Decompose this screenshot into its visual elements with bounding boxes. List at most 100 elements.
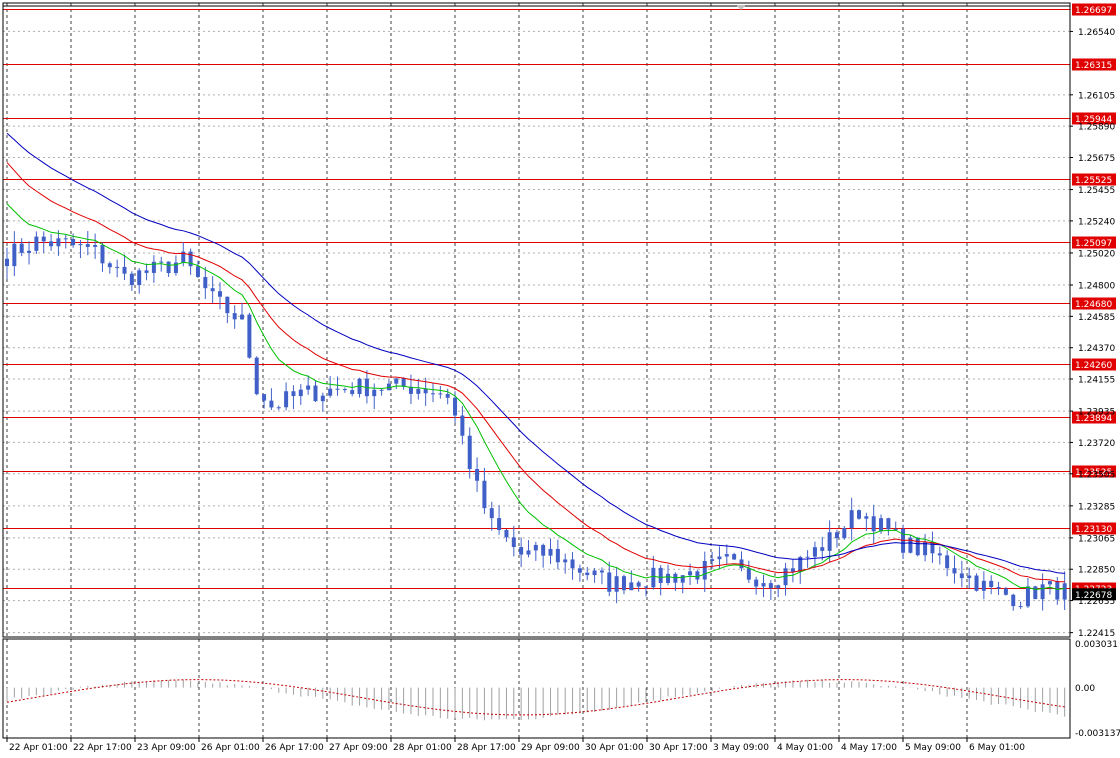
- candle-body: [107, 263, 112, 268]
- level-label: 1.26315: [1075, 61, 1112, 71]
- candle-body: [122, 266, 127, 274]
- candle-body: [453, 397, 458, 416]
- candle-body: [225, 296, 230, 314]
- level-label: 1.25525: [1075, 176, 1112, 186]
- candle-body: [372, 389, 377, 397]
- candle-body: [710, 559, 715, 561]
- candle-body: [63, 238, 68, 240]
- price-tick-label: 1.25455: [1078, 186, 1115, 196]
- candle-body: [85, 244, 90, 247]
- candle-body: [864, 516, 869, 519]
- candle-body: [981, 580, 986, 591]
- price-tick-label: 1.23505: [1078, 470, 1115, 480]
- candle-body: [614, 576, 619, 592]
- candle-body: [93, 245, 98, 247]
- candle-body: [320, 395, 325, 402]
- candle-body: [636, 582, 641, 587]
- candle-body: [137, 270, 142, 286]
- candle-body: [291, 391, 296, 397]
- candle-body: [563, 559, 568, 563]
- level-label: 1.24680: [1075, 300, 1112, 310]
- candle-body: [504, 530, 509, 538]
- candle-body: [115, 266, 120, 268]
- candle-body: [497, 518, 502, 531]
- time-label: 5 May 09:00: [905, 743, 961, 753]
- candle-body: [820, 547, 825, 551]
- candle-body: [1033, 586, 1038, 600]
- candle-body: [974, 575, 979, 591]
- candle-body: [1055, 581, 1060, 600]
- current-price-label: 1.22678: [1075, 591, 1112, 601]
- candle-body: [548, 548, 553, 556]
- candle-body: [834, 532, 839, 539]
- candle-body: [680, 575, 685, 583]
- price-tick-label: 1.24800: [1078, 282, 1115, 292]
- candle-body: [827, 532, 832, 551]
- candle-body: [996, 586, 1001, 589]
- time-label: 27 Apr 09:00: [329, 743, 388, 753]
- price-tick-label: 1.25240: [1078, 217, 1115, 227]
- candle-body: [871, 516, 876, 532]
- candle-body: [1040, 584, 1045, 600]
- candle-body: [247, 314, 252, 358]
- candle-body: [1003, 588, 1008, 595]
- candle-body: [431, 393, 435, 395]
- candle-body: [937, 553, 942, 556]
- level-label: 1.26697: [1075, 6, 1112, 16]
- candle-body: [71, 239, 76, 246]
- price-tick-label: 1.25890: [1078, 123, 1115, 133]
- level-label: 1.25097: [1075, 239, 1112, 249]
- price-tick-label: 1.24155: [1078, 376, 1115, 386]
- candle-body: [959, 573, 964, 579]
- price-tick-label: 1.22415: [1078, 629, 1115, 639]
- candle-body: [629, 582, 634, 591]
- candle-body: [203, 276, 208, 289]
- candle-body: [210, 288, 215, 292]
- candle-body: [438, 393, 443, 395]
- price-tick-label: 1.24585: [1078, 313, 1115, 323]
- candle-body: [445, 394, 450, 398]
- time-label: 23 Apr 09:00: [137, 743, 196, 753]
- candle-body: [849, 510, 854, 529]
- oscillator-tick-label: -0.003137: [1075, 729, 1120, 739]
- candle-body: [666, 573, 671, 583]
- candle-body: [592, 570, 597, 576]
- candle-body: [254, 357, 259, 395]
- candle-body: [695, 571, 700, 580]
- time-label: 22 Apr 01:00: [9, 743, 68, 753]
- candle-body: [526, 550, 531, 555]
- price-tick-label: 1.24370: [1078, 344, 1115, 354]
- candle-body: [702, 560, 707, 580]
- time-label: 22 Apr 17:00: [73, 743, 132, 753]
- candle-body: [78, 244, 83, 246]
- candle-body: [1062, 583, 1067, 600]
- time-label: 6 May 01:00: [969, 743, 1025, 753]
- candle-body: [746, 568, 751, 580]
- candle-body: [805, 556, 810, 558]
- candle-body: [328, 388, 333, 396]
- candle-body: [886, 518, 891, 530]
- candle-body: [768, 583, 773, 589]
- candle-body: [915, 537, 920, 556]
- candle-body: [416, 388, 421, 394]
- candle-body: [129, 273, 134, 286]
- time-label: 28 Apr 01:00: [393, 743, 452, 753]
- oscillator-tick-label: 0.00: [1075, 684, 1095, 694]
- candle-body: [19, 243, 24, 253]
- candle-body: [754, 579, 759, 587]
- candle-body: [467, 435, 472, 470]
- candle-body: [100, 245, 105, 264]
- candle-body: [342, 389, 347, 391]
- candle-body: [658, 567, 663, 583]
- time-label: 30 Apr 17:00: [649, 743, 708, 753]
- candle-body: [599, 570, 604, 573]
- price-tick-label: 1.26540: [1078, 28, 1115, 38]
- candle-body: [401, 378, 406, 387]
- candle-body: [284, 391, 289, 408]
- price-tick-label: 1.25675: [1078, 154, 1115, 164]
- price-chart[interactable]: 1.266971.263151.259441.255251.250971.246…: [0, 0, 1120, 758]
- candle-body: [967, 575, 972, 579]
- candle-body: [144, 270, 149, 273]
- price-tick-label: 1.26105: [1078, 91, 1115, 101]
- price-tick-label: 1.23935: [1078, 408, 1115, 418]
